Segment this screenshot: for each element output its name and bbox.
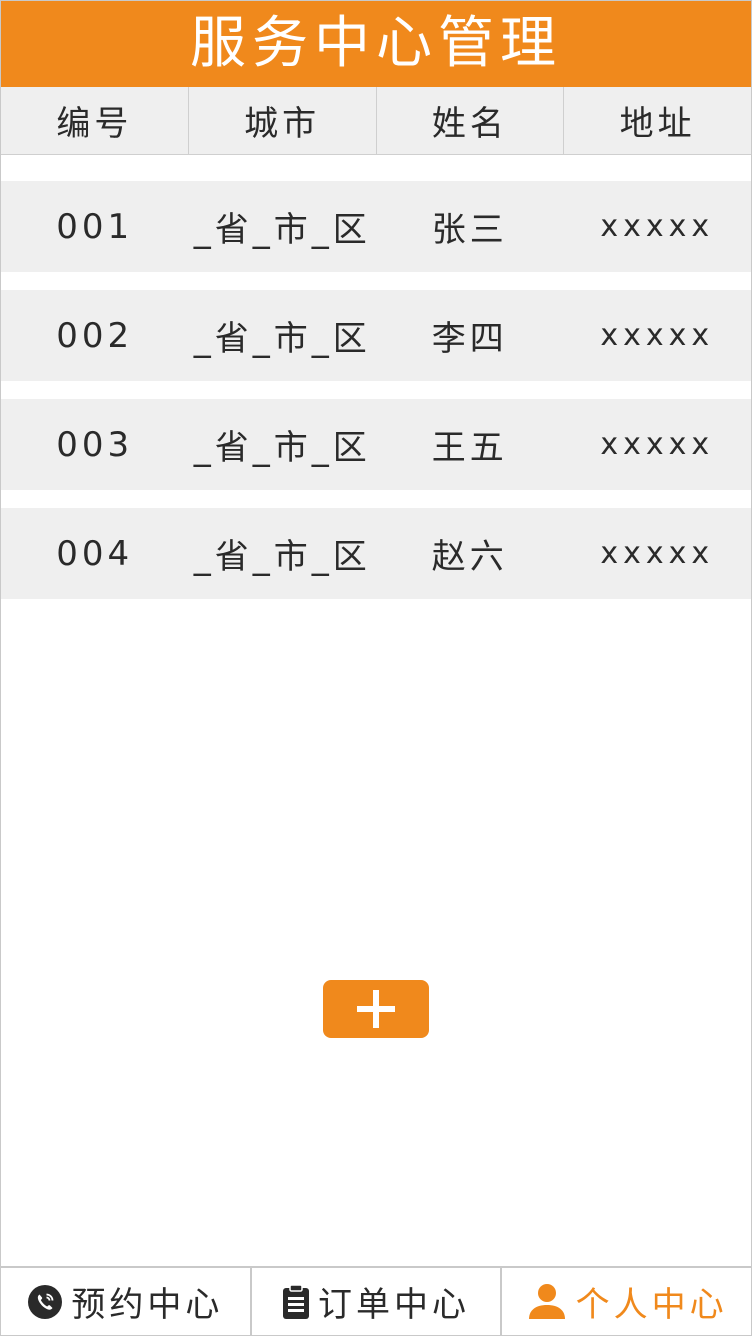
phone-icon (27, 1284, 63, 1320)
table-header: 编号 城市 姓名 地址 (1, 87, 751, 155)
tab-order-center[interactable]: 订单中心 (252, 1268, 503, 1335)
row-id: 004 (56, 533, 134, 574)
table-body: 001 _省_市_区 张三 xxxxx 002 _省_市_区 李四 xxxxx … (1, 181, 751, 617)
row-city: _省_市_区 (193, 428, 371, 468)
row-address: xxxxx (600, 536, 715, 571)
tab-label: 预约中心 (71, 1285, 224, 1325)
row-city: _省_市_区 (193, 537, 371, 577)
column-header-name: 姓名 (377, 87, 565, 154)
user-icon (526, 1283, 568, 1321)
app-screen: 服务中心管理 编号 城市 姓名 地址 001 _省_市_区 张三 xxxxx 0… (0, 0, 752, 1336)
row-id: 001 (56, 206, 134, 247)
tab-appointment-center[interactable]: 预约中心 (1, 1268, 252, 1335)
table-row[interactable]: 001 _省_市_区 张三 xxxxx (1, 181, 751, 272)
column-header-address: 地址 (619, 104, 696, 144)
column-header-city: 城市 (189, 87, 377, 154)
tab-personal-center[interactable]: 个人中心 (502, 1268, 751, 1335)
row-address: xxxxx (600, 318, 715, 353)
row-address: xxxxx (600, 209, 715, 244)
row-id: 002 (56, 315, 134, 356)
plus-icon (357, 990, 395, 1028)
row-id: 003 (56, 424, 134, 465)
row-name: 赵六 (431, 537, 508, 577)
clipboard-icon (282, 1283, 310, 1320)
page-title: 服务中心管理 (190, 11, 562, 76)
row-name: 王五 (431, 428, 508, 468)
title-bar: 服务中心管理 (1, 1, 751, 87)
column-header-id: 编号 (1, 87, 189, 154)
table-row[interactable]: 004 _省_市_区 赵六 xxxxx (1, 508, 751, 599)
bottom-tab-bar: 预约中心 订单中心 个人中心 (1, 1266, 751, 1335)
row-address: xxxxx (600, 427, 715, 462)
add-button[interactable] (323, 980, 429, 1038)
row-city: _省_市_区 (193, 210, 371, 250)
table-row[interactable]: 002 _省_市_区 李四 xxxxx (1, 290, 751, 381)
row-name: 张三 (431, 210, 508, 250)
row-city: _省_市_区 (193, 319, 371, 359)
table-row[interactable]: 003 _省_市_区 王五 xxxxx (1, 399, 751, 490)
row-name: 李四 (431, 319, 508, 359)
tab-label: 个人中心 (575, 1285, 728, 1325)
tab-label: 订单中心 (318, 1285, 470, 1325)
